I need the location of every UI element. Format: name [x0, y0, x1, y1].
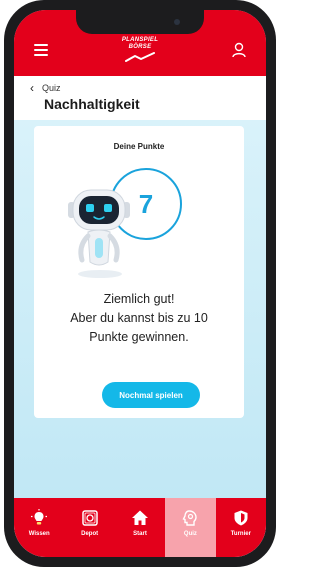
- menu-icon[interactable]: [34, 44, 48, 56]
- user-icon[interactable]: [232, 42, 246, 58]
- nav-item-quiz[interactable]: Quiz: [165, 498, 216, 557]
- nav-label-turnier: Turnier: [230, 531, 251, 537]
- logo-line1: PLANSPIEL: [121, 37, 159, 43]
- shield-icon: [231, 508, 251, 528]
- nav-item-start[interactable]: Start: [115, 498, 165, 557]
- result-line2: Aber du kannst bis zu 10: [70, 311, 208, 325]
- logo-chart-icon: [125, 52, 155, 62]
- nav-item-wissen[interactable]: Wissen: [14, 498, 64, 557]
- logo-line2: BÖRSE: [128, 44, 152, 50]
- chevron-left-icon: ‹: [30, 81, 34, 95]
- nav-label-quiz: Quiz: [183, 531, 197, 537]
- lightbulb-icon: [29, 508, 49, 528]
- points-label: Deine Punkte: [113, 142, 165, 151]
- nav-item-turnier[interactable]: Turnier: [216, 498, 266, 557]
- nav-label-start: Start: [133, 531, 147, 537]
- back-link[interactable]: ‹ Quiz: [30, 82, 61, 94]
- quiz-head-icon: [180, 508, 200, 528]
- score-value: 7: [138, 188, 154, 219]
- nav-label-wissen: Wissen: [28, 531, 50, 537]
- camera: [174, 19, 180, 25]
- phone-frame: PLANSPIEL BÖRSE ‹ Quiz Nachhaltigkeit De…: [4, 0, 276, 567]
- back-label: Quiz: [42, 83, 61, 93]
- result-line1: Ziemlich gut!: [103, 292, 175, 306]
- home-icon: [130, 508, 150, 528]
- robot-mascot-icon: [68, 189, 130, 278]
- app-logo: PLANSPIEL BÖRSE: [116, 37, 164, 62]
- result-card: Deine Punkte 7 Ziemlich gut! Aber du kan…: [34, 126, 244, 418]
- result-line3: Punkte gewinnen.: [89, 330, 189, 344]
- safe-icon: [80, 508, 100, 528]
- nav-label-depot: Depot: [81, 531, 99, 537]
- bottom-nav: Wissen Depot Start Quiz Turnier: [14, 498, 266, 557]
- result-message: Ziemlich gut! Aber du kannst bis zu 10 P…: [34, 290, 244, 347]
- page-title: Nachhaltigkeit: [44, 96, 140, 112]
- notch: [76, 10, 204, 34]
- screen: PLANSPIEL BÖRSE ‹ Quiz Nachhaltigkeit De…: [14, 10, 266, 557]
- nav-item-depot[interactable]: Depot: [64, 498, 114, 557]
- play-again-button[interactable]: Nochmal spielen: [102, 382, 200, 408]
- page-header: ‹ Quiz Nachhaltigkeit: [14, 76, 266, 120]
